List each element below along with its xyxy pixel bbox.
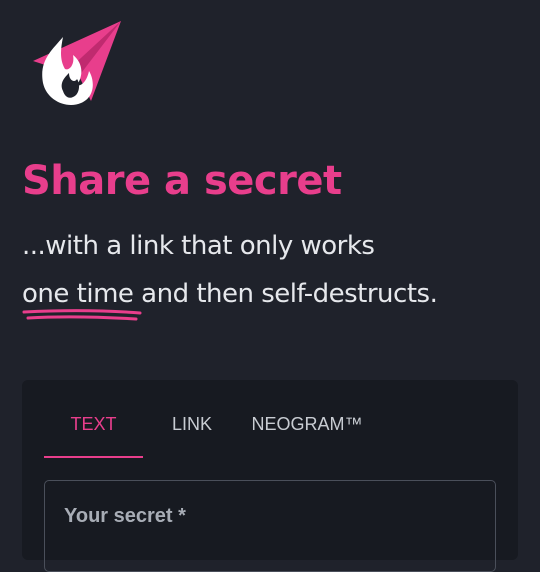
tab-bar: TEXT LINK NEOGRAM™ xyxy=(44,404,504,458)
secret-card: TEXT LINK NEOGRAM™ Your secret * xyxy=(22,380,518,572)
tab-link[interactable]: LINK xyxy=(154,404,230,456)
tab-neogram[interactable]: NEOGRAM™ xyxy=(242,404,372,456)
paper-plane-flame-icon xyxy=(33,21,121,105)
hero-subtitle: ...with a link that only works one time … xyxy=(22,222,438,321)
subtitle-emphasis-text: one time xyxy=(22,279,134,309)
secret-field-label: Your secret * xyxy=(64,505,186,527)
subtitle-line-2-rest: and then self-destructs. xyxy=(133,279,438,309)
secret-input[interactable]: Your secret * xyxy=(44,480,496,572)
subtitle-emphasis: one time xyxy=(22,270,142,321)
tab-text[interactable]: TEXT xyxy=(44,404,143,458)
logo[interactable] xyxy=(33,21,123,107)
page-title: Share a secret xyxy=(22,158,342,204)
hand-drawn-underline-icon xyxy=(22,309,142,321)
subtitle-line-1: ...with a link that only works xyxy=(22,231,375,261)
